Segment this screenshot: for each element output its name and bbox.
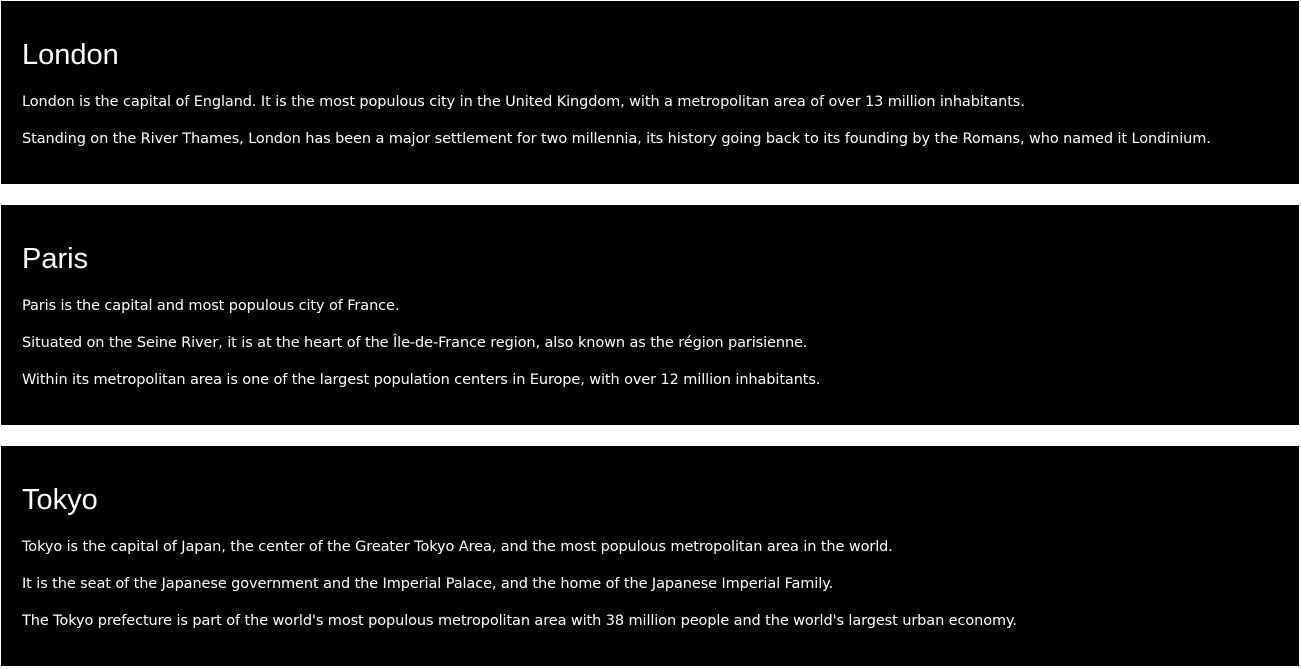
city-paragraph: Situated on the Seine River, it is at th… [22, 335, 808, 351]
city-paragraph: Within its metropolitan area is one of t… [22, 372, 821, 388]
city-paragraph: London is the capital of England. It is … [22, 94, 1025, 110]
city-paragraph: Standing on the River Thames, London has… [22, 131, 1211, 147]
city-paragraph: Paris is the capital and most populous c… [22, 298, 400, 314]
city-paragraph: It is the seat of the Japanese governmen… [22, 576, 834, 592]
city-heading: Paris [22, 243, 89, 275]
city-card-london: London London is the capital of England.… [1, 1, 1299, 184]
city-heading: London [22, 39, 119, 71]
city-card-tokyo: Tokyo Tokyo is the capital of Japan, the… [1, 446, 1299, 666]
city-heading: Tokyo [22, 484, 98, 516]
city-paragraph: The Tokyo prefecture is part of the worl… [22, 613, 1017, 629]
city-paragraph: Tokyo is the capital of Japan, the cente… [22, 539, 893, 555]
city-card-paris: Paris Paris is the capital and most popu… [1, 205, 1299, 425]
